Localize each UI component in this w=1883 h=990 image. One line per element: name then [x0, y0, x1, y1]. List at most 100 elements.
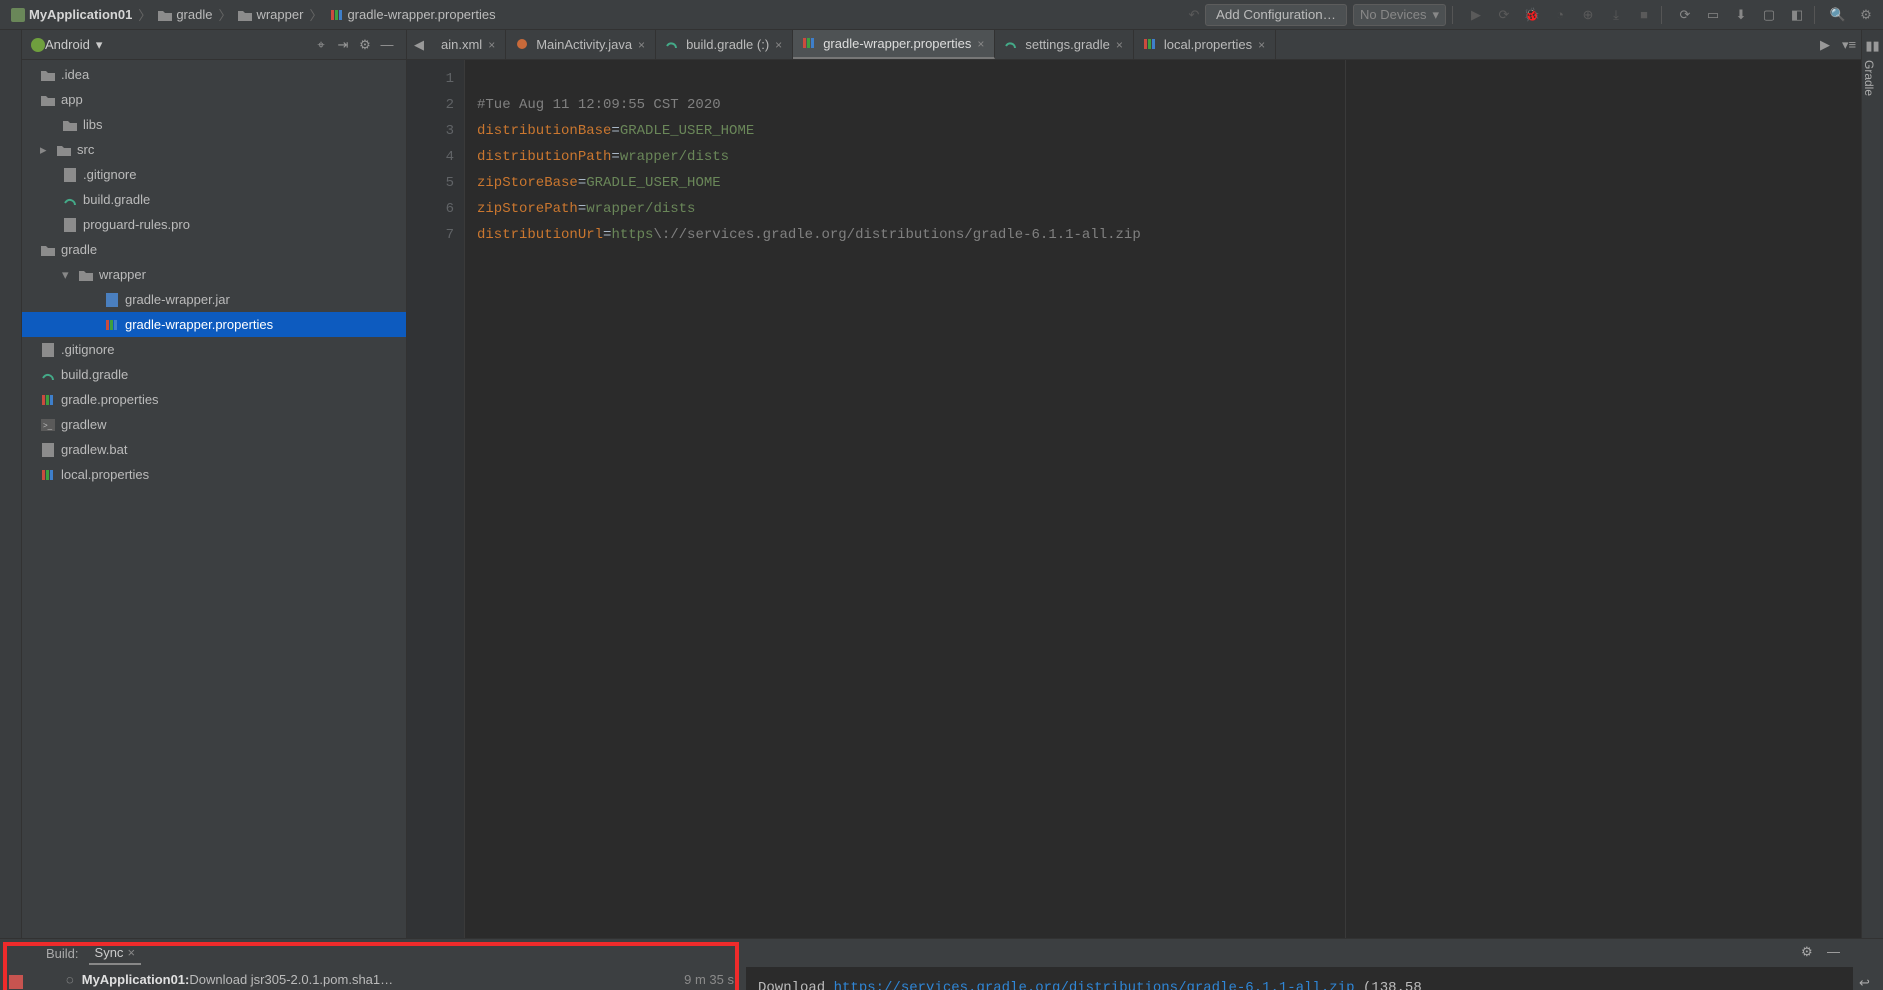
attach-debugger-icon[interactable]: ⤓: [1605, 4, 1627, 26]
line-number: 2: [407, 92, 454, 118]
build-task-app: MyApplication01:: [82, 972, 190, 987]
select-opened-file-icon[interactable]: ⌖: [310, 34, 332, 56]
tree-item-app[interactable]: app: [22, 87, 406, 112]
tree-item-gitignore[interactable]: .gitignore: [22, 162, 406, 187]
build-elapsed: 9 m 35 s: [684, 972, 734, 987]
tab-list-icon[interactable]: ▾≡: [1837, 30, 1861, 59]
breadcrumb-root[interactable]: MyApplication01: [29, 7, 132, 22]
code-val: wrapper/dists: [586, 201, 695, 217]
spinner-icon: ◌: [66, 972, 74, 987]
pause-icon[interactable]: ▮▮: [1862, 38, 1883, 54]
tree-item-local-properties[interactable]: local.properties: [22, 462, 406, 487]
tab-mainactivity[interactable]: MainActivity.java×: [506, 30, 656, 59]
folder-icon: [237, 7, 252, 22]
console-text: Download: [758, 980, 834, 990]
device-selector[interactable]: No Devices ▾: [1353, 4, 1446, 26]
tree-item-build-gradle-root[interactable]: build.gradle: [22, 362, 406, 387]
close-icon[interactable]: ×: [638, 38, 645, 52]
device-file-explorer-icon[interactable]: ▢: [1758, 4, 1780, 26]
android-icon: [30, 37, 45, 52]
tab-scroll-right-icon[interactable]: ▶: [1813, 30, 1837, 59]
tree-item-gitignore-root[interactable]: .gitignore: [22, 337, 406, 362]
close-icon[interactable]: ×: [977, 37, 984, 51]
project-tree[interactable]: .idea app libs ▸src .gitignore build.gra…: [22, 60, 406, 938]
svg-text:>_: >_: [43, 421, 53, 430]
tree-item-gradlew[interactable]: >_gradlew: [22, 412, 406, 437]
tab-settings-gradle[interactable]: settings.gradle×: [995, 30, 1134, 59]
breadcrumb-file[interactable]: gradle-wrapper.properties: [347, 7, 495, 22]
expand-icon[interactable]: ▸: [40, 142, 50, 158]
breadcrumb-sep-icon: 〉: [309, 5, 322, 24]
run-icon[interactable]: ▶: [1465, 4, 1487, 26]
separator: [1452, 6, 1453, 24]
code-key: zipStoreBase: [477, 175, 578, 191]
project-view-selector[interactable]: Android ▾: [45, 37, 102, 53]
breadcrumb-wrapper[interactable]: wrapper: [256, 7, 303, 22]
chevron-down-icon: ▾: [1432, 7, 1439, 23]
build-header: Build: Sync ×: [36, 939, 746, 967]
build-tab-label: Sync: [95, 945, 124, 960]
gear-icon[interactable]: ⚙: [1801, 944, 1819, 962]
gradle-icon: [1005, 38, 1019, 52]
gear-icon[interactable]: ⚙: [354, 34, 376, 56]
build-tab-sync[interactable]: Sync ×: [89, 942, 142, 965]
add-configuration-button[interactable]: Add Configuration…: [1205, 4, 1347, 26]
tree-item-gradle-properties[interactable]: gradle.properties: [22, 387, 406, 412]
back-icon[interactable]: ↶: [1183, 4, 1205, 26]
tab-local-properties[interactable]: local.properties×: [1134, 30, 1276, 59]
tree-item-wrapper-properties[interactable]: gradle-wrapper.properties: [22, 312, 406, 337]
sync-project-icon[interactable]: ⟳: [1674, 4, 1696, 26]
tab-ain-xml[interactable]: ain.xml ×: [431, 30, 506, 59]
avd-manager-icon[interactable]: ▭: [1702, 4, 1724, 26]
tab-label: ain.xml: [441, 37, 482, 52]
debug-icon[interactable]: 🐞: [1521, 4, 1543, 26]
hide-icon[interactable]: —: [1827, 944, 1845, 962]
console-link[interactable]: https://services.gradle.org/distribution…: [834, 980, 1355, 990]
tree-item-libs[interactable]: libs: [22, 112, 406, 137]
chevron-down-icon: ▾: [96, 37, 103, 53]
build-output-panel: ⚙ — Download https://services.gradle.org…: [746, 939, 1853, 990]
sdk-manager-icon[interactable]: ⬇: [1730, 4, 1752, 26]
tree-item-gradlew-bat[interactable]: gradlew.bat: [22, 437, 406, 462]
code-editor[interactable]: #Tue Aug 11 12:09:55 CST 2020 distributi…: [465, 60, 1861, 938]
jar-icon: [104, 292, 119, 307]
build-task-row[interactable]: ◌ MyApplication01: Download jsr305-2.0.1…: [36, 967, 746, 990]
build-right-rail: ↩ ⤓: [1853, 939, 1883, 990]
close-icon[interactable]: ×: [488, 38, 495, 52]
profile-icon[interactable]: ◔: [1549, 4, 1571, 26]
code-val: GRADLE_USER_HOME: [586, 175, 720, 191]
stop-build-icon[interactable]: [9, 975, 27, 990]
hide-icon[interactable]: —: [376, 34, 398, 56]
right-rail: ▮▮ Gradle: [1861, 30, 1883, 938]
tab-label: gradle-wrapper.properties: [823, 36, 971, 51]
layout-inspector-icon[interactable]: ◧: [1786, 4, 1808, 26]
tree-item-wrapper-jar[interactable]: gradle-wrapper.jar: [22, 287, 406, 312]
tree-item-idea[interactable]: .idea: [22, 62, 406, 87]
tab-scroll-left-icon[interactable]: ◀: [407, 30, 431, 59]
build-tasks-panel: 📌 👁 Build: Sync × ◌ MyApplication01: Dow…: [0, 939, 746, 990]
soft-wrap-icon[interactable]: ↩: [1859, 975, 1877, 990]
properties-icon: [1144, 38, 1158, 52]
tree-item-build-gradle-app[interactable]: build.gradle: [22, 187, 406, 212]
collapse-all-icon[interactable]: ⇥: [332, 34, 354, 56]
tab-gradle-wrapper-properties[interactable]: gradle-wrapper.properties ×: [793, 30, 995, 59]
close-icon[interactable]: ×: [775, 38, 782, 52]
build-console[interactable]: Download https://services.gradle.org/dis…: [746, 967, 1853, 990]
tree-item-proguard[interactable]: proguard-rules.pro: [22, 212, 406, 237]
collapse-icon[interactable]: ▾: [62, 267, 72, 283]
breadcrumb-gradle[interactable]: gradle: [176, 7, 212, 22]
close-icon[interactable]: ×: [1258, 38, 1265, 52]
tree-item-wrapper[interactable]: ▾wrapper: [22, 262, 406, 287]
close-icon[interactable]: ×: [1116, 38, 1123, 52]
breadcrumb[interactable]: MyApplication01 〉 gradle 〉 wrapper 〉 gra…: [6, 5, 500, 24]
gradle-tool-button[interactable]: Gradle: [1862, 54, 1876, 96]
coverage-icon[interactable]: ⊕: [1577, 4, 1599, 26]
tab-build-gradle[interactable]: build.gradle (:)×: [656, 30, 793, 59]
tree-item-src[interactable]: ▸src: [22, 137, 406, 162]
apply-changes-icon[interactable]: ⟳: [1493, 4, 1515, 26]
tree-item-gradle-folder[interactable]: gradle: [22, 237, 406, 262]
stop-icon[interactable]: ■: [1633, 4, 1655, 26]
search-icon[interactable]: 🔍: [1827, 4, 1849, 26]
close-icon[interactable]: ×: [127, 945, 135, 960]
settings-icon[interactable]: ⚙: [1855, 4, 1877, 26]
